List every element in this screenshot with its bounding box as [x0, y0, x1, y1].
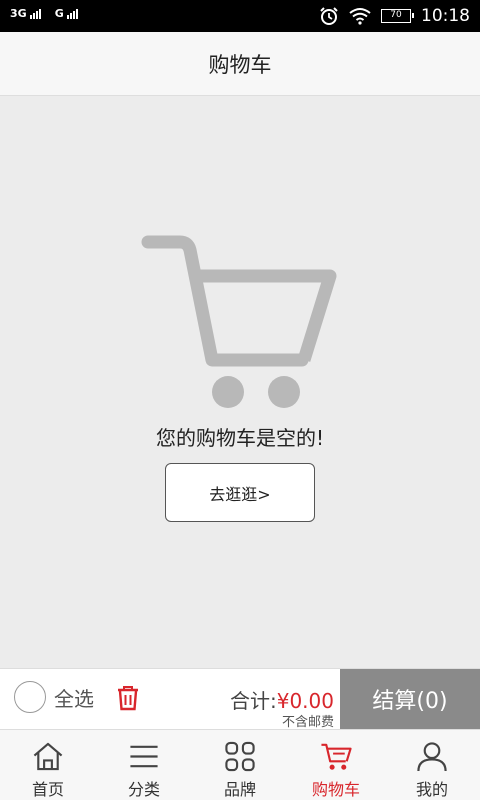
home-icon	[33, 742, 63, 771]
empty-cart-message: 您的购物车是空的!	[155, 426, 325, 450]
wifi-icon	[349, 8, 371, 25]
tab-label: 品牌	[223, 780, 256, 799]
tab-profile[interactable]: 我的	[384, 730, 480, 800]
tab-category[interactable]: 分类	[96, 730, 192, 800]
grid-icon	[225, 741, 255, 772]
network-type-label: 3G	[10, 7, 27, 20]
tab-cart[interactable]: 购物车	[288, 730, 384, 800]
cart-icon	[321, 743, 352, 770]
signal-sim1-icon: 3G	[10, 8, 41, 19]
select-all-label: 全选	[54, 686, 94, 711]
total-label: 合计:	[229, 689, 277, 713]
network-type-label-2: G	[54, 7, 64, 20]
tab-label: 首页	[31, 780, 64, 799]
clock: 10:18	[421, 6, 470, 26]
total-price: 合计: ¥0.00	[230, 685, 334, 714]
checkout-bar: 全选 合计: ¥0.00 不含邮费 结算(0)	[0, 668, 480, 730]
shipping-note: 不含邮费	[281, 715, 334, 730]
go-shopping-button[interactable]: 去逛逛>	[165, 463, 315, 522]
select-all-radio[interactable]	[14, 681, 46, 713]
bottom-tab-bar: 首页 分类 品牌 购物车 我的	[0, 729, 480, 800]
tab-label: 我的	[415, 780, 448, 799]
page-header: 购物车	[0, 32, 480, 96]
select-all-toggle[interactable]: 全选	[14, 681, 94, 713]
battery-level: 70	[390, 10, 402, 20]
signal-sim2-icon: G	[55, 8, 78, 19]
tab-brand[interactable]: 品牌	[192, 730, 288, 800]
empty-cart-icon	[141, 235, 337, 408]
checkout-button[interactable]: 结算(0)	[340, 669, 480, 729]
status-bar: 3G G 70 10:18	[0, 0, 480, 32]
total-value: ¥0.00	[276, 689, 334, 713]
tab-home[interactable]: 首页	[0, 730, 96, 800]
list-icon	[130, 745, 158, 768]
tab-label: 购物车	[311, 780, 360, 799]
battery-icon: 70	[381, 9, 414, 23]
user-icon	[417, 742, 447, 772]
tab-label: 分类	[127, 780, 160, 799]
trash-icon[interactable]	[116, 685, 140, 711]
page-title: 购物车	[208, 52, 272, 77]
empty-cart-panel: 您的购物车是空的! 去逛逛>	[0, 96, 480, 668]
alarm-icon	[320, 7, 338, 25]
